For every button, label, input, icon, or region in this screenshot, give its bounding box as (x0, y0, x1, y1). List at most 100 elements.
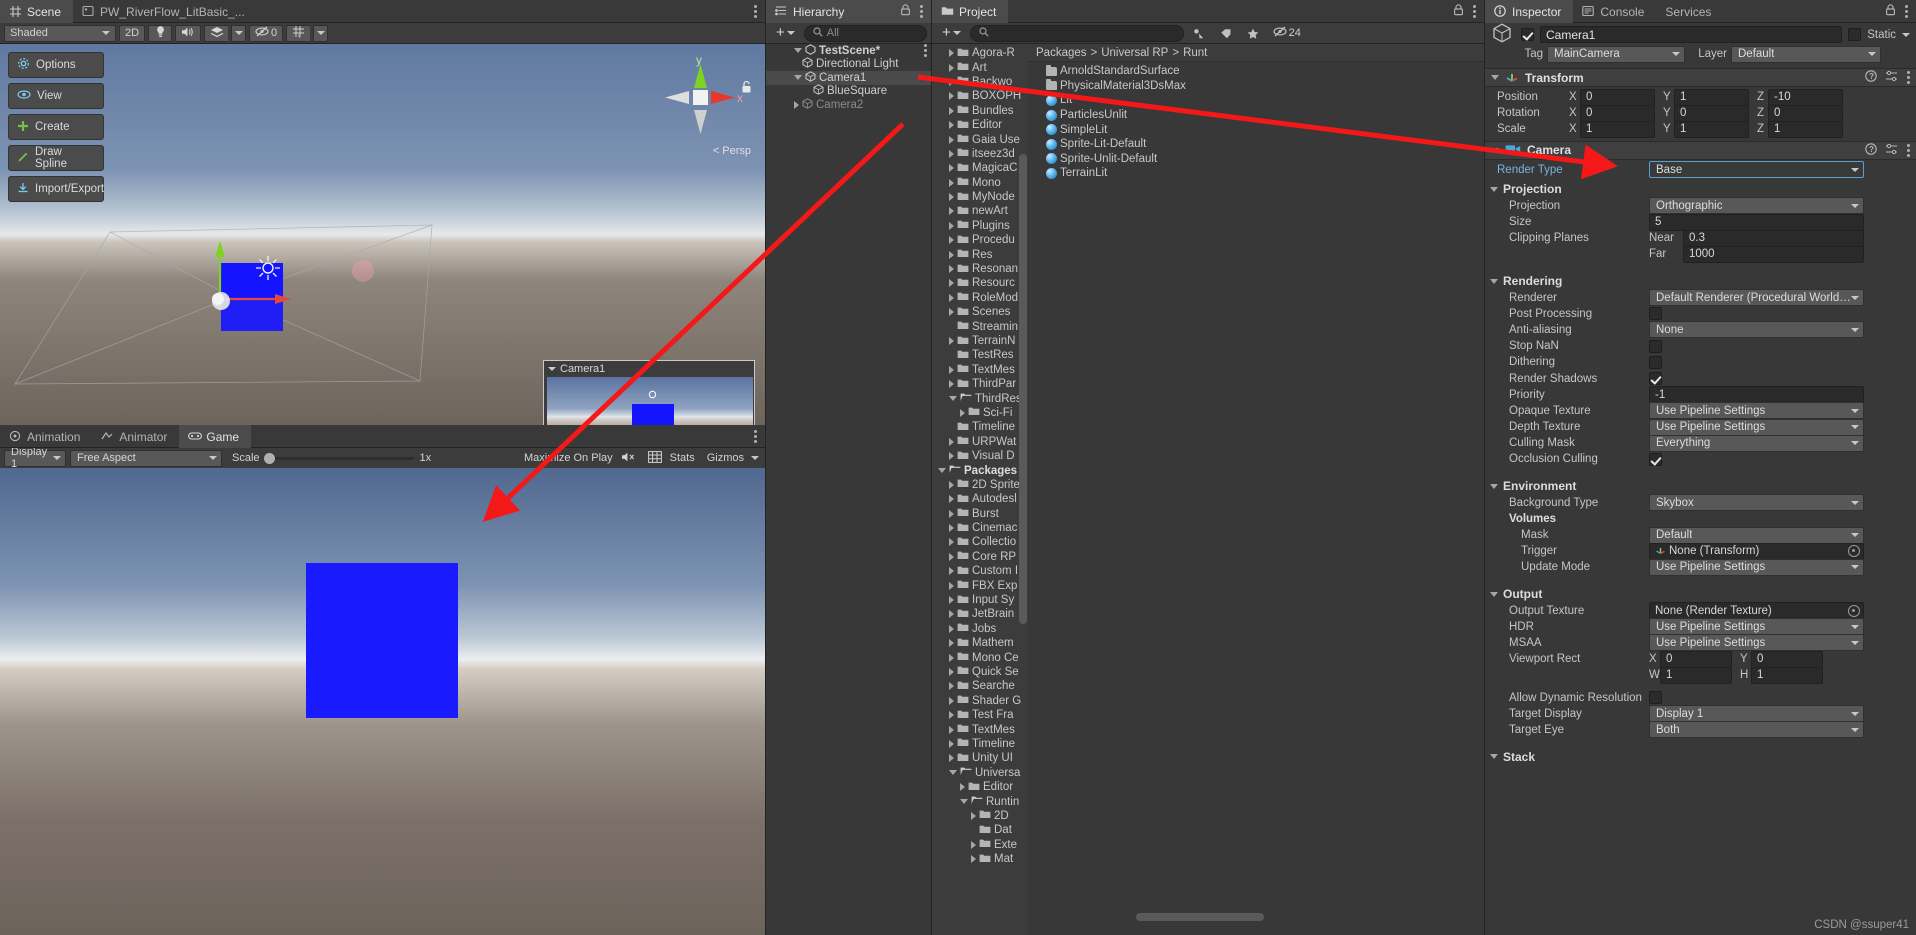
hierarchy-item-camera2[interactable]: Camera2 (766, 97, 931, 112)
hierarchy-item-bluesquare[interactable]: BlueSquare (766, 84, 931, 99)
project-add-button[interactable]: + (936, 25, 967, 42)
chevron-right-icon[interactable] (949, 480, 954, 489)
anti-aliasing-dropdown[interactable]: None (1649, 321, 1864, 339)
chevron-down-icon[interactable] (949, 770, 957, 776)
chevron-right-icon[interactable] (949, 524, 954, 533)
chevron-right-icon[interactable] (949, 610, 954, 619)
chevron-right-icon[interactable] (971, 811, 976, 820)
breadcrumb-runtime[interactable]: Runt (1183, 47, 1207, 59)
chevron-right-icon[interactable] (949, 279, 954, 288)
project-tree-item[interactable]: 2D Sprite (932, 478, 1028, 492)
chevron-right-icon[interactable] (794, 100, 799, 109)
chevron-right-icon[interactable] (949, 236, 954, 245)
chevron-right-icon[interactable] (949, 682, 954, 691)
chevron-right-icon[interactable] (949, 92, 954, 101)
output-texture-field[interactable]: None (Render Texture) (1649, 602, 1864, 620)
renderer-dropdown[interactable]: Default Renderer (Procedural Worlds Univ… (1649, 289, 1864, 307)
tab-pw-riverflow[interactable]: PW_RiverFlow_LitBasic_... (73, 0, 257, 23)
project-tree-item[interactable]: Procedu (932, 233, 1028, 247)
chevron-down-icon[interactable] (794, 75, 802, 81)
grid-dropdown-button[interactable] (313, 24, 328, 42)
gizmos-button[interactable]: Gizmos (707, 452, 744, 464)
project-asset-item[interactable]: Sprite-Unlit-Default (1028, 152, 1484, 167)
project-tree-scrollbar[interactable] (1019, 154, 1027, 624)
project-asset-item[interactable]: ParticlesUnlit (1028, 108, 1484, 123)
hierarchy-item-directional-light[interactable]: Directional Light (766, 57, 931, 72)
environment-section-header[interactable]: Environment (1485, 478, 1916, 495)
create-button[interactable]: Create (8, 114, 104, 140)
project-tree-item[interactable]: ThirdRes (932, 391, 1028, 405)
chevron-down-icon[interactable] (1491, 147, 1499, 153)
scene-viewport[interactable]: Options View Create Draw Spline Import/E… (0, 44, 765, 425)
stats-grid-icon[interactable] (647, 450, 662, 466)
object-picker-icon[interactable] (1848, 604, 1860, 617)
lock-icon[interactable] (900, 4, 911, 19)
hierarchy-item-camera1[interactable]: Camera1 (766, 70, 931, 85)
project-tree-item[interactable]: Unity UI (932, 751, 1028, 765)
project-tree-item[interactable]: itseez3d (932, 147, 1028, 161)
chevron-right-icon[interactable] (949, 135, 954, 144)
chevron-down-icon[interactable] (1490, 186, 1498, 192)
project-tree-item[interactable]: Burst (932, 507, 1028, 521)
project-asset-item[interactable]: PhysicalMaterial3DsMax (1028, 79, 1484, 94)
kebab-icon[interactable] (1906, 143, 1910, 157)
stats-button[interactable]: Stats (670, 452, 695, 464)
allow-dynamic-resolution-checkbox[interactable] (1649, 691, 1662, 705)
favorite-star-icon[interactable] (1241, 25, 1265, 42)
kebab-icon[interactable] (1906, 71, 1910, 85)
project-folder-tree[interactable]: Agora-R Art Backwo BOXOPH Bundles Editor Gaia … (932, 44, 1028, 935)
project-tree-item[interactable]: TextMes (932, 722, 1028, 736)
chevron-right-icon[interactable] (949, 193, 954, 202)
chevron-right-icon[interactable] (949, 509, 954, 518)
import-export-button[interactable]: Import/Export (8, 176, 104, 202)
project-tree-item[interactable]: Mathem (932, 636, 1028, 650)
scene-orientation-gizmo[interactable]: y x (655, 53, 745, 144)
project-tree-item[interactable]: Autodesl (932, 492, 1028, 506)
chevron-right-icon[interactable] (949, 380, 954, 389)
project-tree-item[interactable]: Searche (932, 679, 1028, 693)
fx-toggle-button[interactable] (204, 24, 228, 42)
tab-console[interactable]: Console (1573, 0, 1656, 23)
post-processing-checkbox[interactable] (1649, 307, 1662, 321)
lock-icon[interactable] (1453, 4, 1464, 19)
target-eye-dropdown[interactable]: Both (1649, 721, 1864, 739)
options-button[interactable]: Options (8, 52, 104, 78)
layer-dropdown[interactable]: Default (1731, 45, 1881, 63)
chevron-right-icon[interactable] (949, 538, 954, 547)
gizmos-chevron-down-icon[interactable] (751, 456, 759, 460)
chevron-right-icon[interactable] (949, 121, 954, 130)
inspector-tab-options[interactable] (1885, 0, 1912, 23)
project-tree-item[interactable]: Exte (932, 837, 1028, 851)
shading-mode-dropdown[interactable]: Shaded (4, 24, 116, 42)
trigger-object-field[interactable]: None (Transform) (1649, 542, 1864, 560)
transform-z-field[interactable]: 1 (1768, 120, 1843, 138)
transform-z-field[interactable]: -10 (1768, 88, 1843, 106)
tab-scene[interactable]: Scene (0, 0, 74, 23)
transform-x-field[interactable]: 0 (1580, 104, 1655, 122)
project-tree-item[interactable]: Shader G (932, 694, 1028, 708)
tab-animator[interactable]: Animator (92, 425, 179, 448)
chevron-right-icon[interactable] (949, 207, 954, 216)
project-tree-item[interactable]: Cinemac (932, 521, 1028, 535)
project-tab-options[interactable] (1453, 0, 1480, 23)
project-asset-item[interactable]: SimpleLit (1028, 122, 1484, 137)
chevron-down-icon[interactable] (1490, 754, 1498, 759)
project-tree-item[interactable]: BOXOPH (932, 89, 1028, 103)
tab-services[interactable]: Services (1656, 0, 1723, 23)
viewport-x-field[interactable]: 0 (1660, 650, 1732, 668)
chevron-right-icon[interactable] (949, 725, 954, 734)
chevron-right-icon[interactable] (949, 739, 954, 748)
rendering-section-header[interactable]: Rendering (1485, 273, 1916, 290)
chevron-down-icon[interactable] (938, 468, 946, 474)
project-tree-item[interactable]: ThirdPar (932, 377, 1028, 391)
priority-field[interactable]: -1 (1649, 386, 1864, 404)
lighting-toggle-button[interactable] (148, 24, 172, 42)
chevron-right-icon[interactable] (949, 639, 954, 648)
draw-spline-button[interactable]: Draw Spline (8, 145, 104, 171)
project-tree-item[interactable]: Visual D (932, 449, 1028, 463)
kebab-icon[interactable] (1904, 5, 1908, 19)
project-tree-item[interactable]: Plugins (932, 219, 1028, 233)
project-tree-item[interactable]: Universa (932, 766, 1028, 780)
kebab-icon[interactable] (919, 5, 923, 19)
object-name-field[interactable]: Camera1 (1540, 26, 1843, 43)
